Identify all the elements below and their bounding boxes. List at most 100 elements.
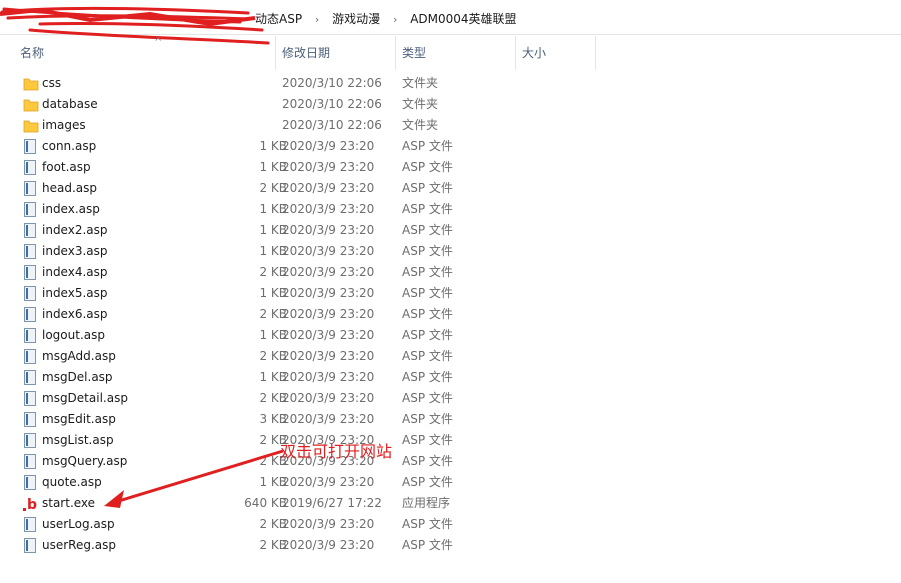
file-type: ASP 文件 xyxy=(402,160,453,174)
column-header-date[interactable]: 修改日期 xyxy=(276,36,396,70)
file-row[interactable]: logout.asp 2020/3/9 23:20 ASP 文件 1 KB xyxy=(0,325,600,346)
file-type: 文件夹 xyxy=(402,76,439,90)
file-size: 2 KB xyxy=(259,517,287,531)
breadcrumb-item[interactable]: ADM0004英雄联盟 xyxy=(410,10,516,27)
file-date: 2020/3/10 22:06 xyxy=(282,76,382,90)
file-name: foot.asp xyxy=(42,160,91,174)
file-name: index5.asp xyxy=(42,286,108,300)
file-type: ASP 文件 xyxy=(402,307,453,321)
chevron-right-icon[interactable]: › xyxy=(393,13,397,26)
file-row[interactable]: index.asp 2020/3/9 23:20 ASP 文件 1 KB xyxy=(0,199,600,220)
file-row[interactable]: head.asp 2020/3/9 23:20 ASP 文件 2 KB xyxy=(0,178,600,199)
column-header-name[interactable]: 名称 ^ xyxy=(14,36,276,70)
file-row[interactable]: database 2020/3/10 22:06 文件夹 xyxy=(0,94,600,115)
file-name: msgList.asp xyxy=(42,433,114,447)
file-type: ASP 文件 xyxy=(402,475,453,489)
file-type: 文件夹 xyxy=(402,118,439,132)
file-date: 2020/3/9 23:20 xyxy=(282,265,375,279)
column-header-label: 修改日期 xyxy=(282,46,331,60)
file-name: msgQuery.asp xyxy=(42,454,128,468)
file-name: index4.asp xyxy=(42,265,108,279)
file-row[interactable]: quote.asp 2020/3/9 23:20 ASP 文件 1 KB xyxy=(0,472,600,493)
file-size: 1 KB xyxy=(259,475,287,489)
asp-file-icon xyxy=(23,139,37,154)
file-row[interactable]: userLog.asp 2020/3/9 23:20 ASP 文件 2 KB xyxy=(0,514,600,535)
address-bar[interactable]: 动态ASP › 游戏动漫 › ADM0004英雄联盟 xyxy=(0,0,901,45)
file-type: ASP 文件 xyxy=(402,538,453,552)
asp-file-icon xyxy=(23,349,37,364)
asp-file-icon xyxy=(23,454,37,469)
file-date: 2020/3/9 23:20 xyxy=(282,391,375,405)
file-date: 2020/3/9 23:20 xyxy=(282,181,375,195)
file-date: 2020/3/9 23:20 xyxy=(282,160,375,174)
file-type: 应用程序 xyxy=(402,496,451,510)
file-row[interactable]: index3.asp 2020/3/9 23:20 ASP 文件 1 KB xyxy=(0,241,600,262)
annotation-text: 双击可打开网站 xyxy=(280,442,393,461)
column-header-type[interactable]: 类型 xyxy=(396,36,516,70)
file-size: 1 KB xyxy=(259,328,287,342)
file-type: ASP 文件 xyxy=(402,370,453,384)
file-date: 2020/3/9 23:20 xyxy=(282,307,375,321)
folder-icon xyxy=(23,118,39,133)
file-row[interactable]: conn.asp 2020/3/9 23:20 ASP 文件 1 KB xyxy=(0,136,600,157)
breadcrumb-item[interactable]: 游戏动漫 xyxy=(332,10,380,27)
asp-file-icon xyxy=(23,202,37,217)
file-date: 2020/3/10 22:06 xyxy=(282,97,382,111)
asp-file-icon xyxy=(23,244,37,259)
asp-file-icon xyxy=(23,286,37,301)
file-name: logout.asp xyxy=(42,328,105,342)
file-name: msgDetail.asp xyxy=(42,391,128,405)
file-row[interactable]: msgAdd.asp 2020/3/9 23:20 ASP 文件 2 KB xyxy=(0,346,600,367)
asp-file-icon xyxy=(23,370,37,385)
file-row[interactable]: index2.asp 2020/3/9 23:20 ASP 文件 1 KB xyxy=(0,220,600,241)
file-row[interactable]: b start.exe 2019/6/27 17:22 应用程序 640 KB xyxy=(0,493,600,514)
file-type: ASP 文件 xyxy=(402,349,453,363)
file-date: 2020/3/9 23:20 xyxy=(282,538,375,552)
file-size: 2 KB xyxy=(259,265,287,279)
file-name: msgAdd.asp xyxy=(42,349,116,363)
file-row[interactable]: userReg.asp 2020/3/9 23:20 ASP 文件 2 KB xyxy=(0,535,600,556)
file-size: 1 KB xyxy=(259,139,287,153)
file-type: 文件夹 xyxy=(402,97,439,111)
file-size: 1 KB xyxy=(259,160,287,174)
file-row[interactable]: index6.asp 2020/3/9 23:20 ASP 文件 2 KB xyxy=(0,304,600,325)
asp-file-icon xyxy=(23,433,37,448)
column-header-size[interactable]: 大小 xyxy=(516,36,596,70)
file-row[interactable]: index5.asp 2020/3/9 23:20 ASP 文件 1 KB xyxy=(0,283,600,304)
file-row[interactable]: index4.asp 2020/3/9 23:20 ASP 文件 2 KB xyxy=(0,262,600,283)
file-size: 2 KB xyxy=(259,391,287,405)
file-row[interactable]: msgEdit.asp 2020/3/9 23:20 ASP 文件 3 KB xyxy=(0,409,600,430)
file-date: 2020/3/9 23:20 xyxy=(282,349,375,363)
file-type: ASP 文件 xyxy=(402,412,453,426)
file-name: index3.asp xyxy=(42,244,108,258)
file-row[interactable]: css 2020/3/10 22:06 文件夹 xyxy=(0,73,600,94)
folder-icon xyxy=(23,97,39,112)
file-name: database xyxy=(42,97,98,111)
file-name: start.exe xyxy=(42,496,96,510)
exe-app-icon: b xyxy=(23,496,37,513)
file-type: ASP 文件 xyxy=(402,328,453,342)
asp-file-icon xyxy=(23,223,37,238)
file-name: index2.asp xyxy=(42,223,108,237)
file-type: ASP 文件 xyxy=(402,244,453,258)
asp-file-icon xyxy=(23,517,37,532)
asp-file-icon xyxy=(23,538,37,553)
file-size: 1 KB xyxy=(259,286,287,300)
chevron-right-icon[interactable]: › xyxy=(315,13,319,26)
asp-file-icon xyxy=(23,412,37,427)
file-name: msgEdit.asp xyxy=(42,412,116,426)
file-type: ASP 文件 xyxy=(402,265,453,279)
file-type: ASP 文件 xyxy=(402,433,453,447)
column-header-row: 名称 ^ 修改日期 类型 大小 xyxy=(0,36,901,70)
file-type: ASP 文件 xyxy=(402,517,453,531)
asp-file-icon xyxy=(23,160,37,175)
file-row[interactable]: msgDetail.asp 2020/3/9 23:20 ASP 文件 2 KB xyxy=(0,388,600,409)
file-size: 3 KB xyxy=(259,412,287,426)
file-row[interactable]: images 2020/3/10 22:06 文件夹 xyxy=(0,115,600,136)
file-row[interactable]: foot.asp 2020/3/9 23:20 ASP 文件 1 KB xyxy=(0,157,600,178)
file-name: head.asp xyxy=(42,181,97,195)
file-date: 2020/3/9 23:20 xyxy=(282,517,375,531)
asp-file-icon xyxy=(23,328,37,343)
svg-text:b: b xyxy=(27,497,37,511)
file-row[interactable]: msgDel.asp 2020/3/9 23:20 ASP 文件 1 KB xyxy=(0,367,600,388)
